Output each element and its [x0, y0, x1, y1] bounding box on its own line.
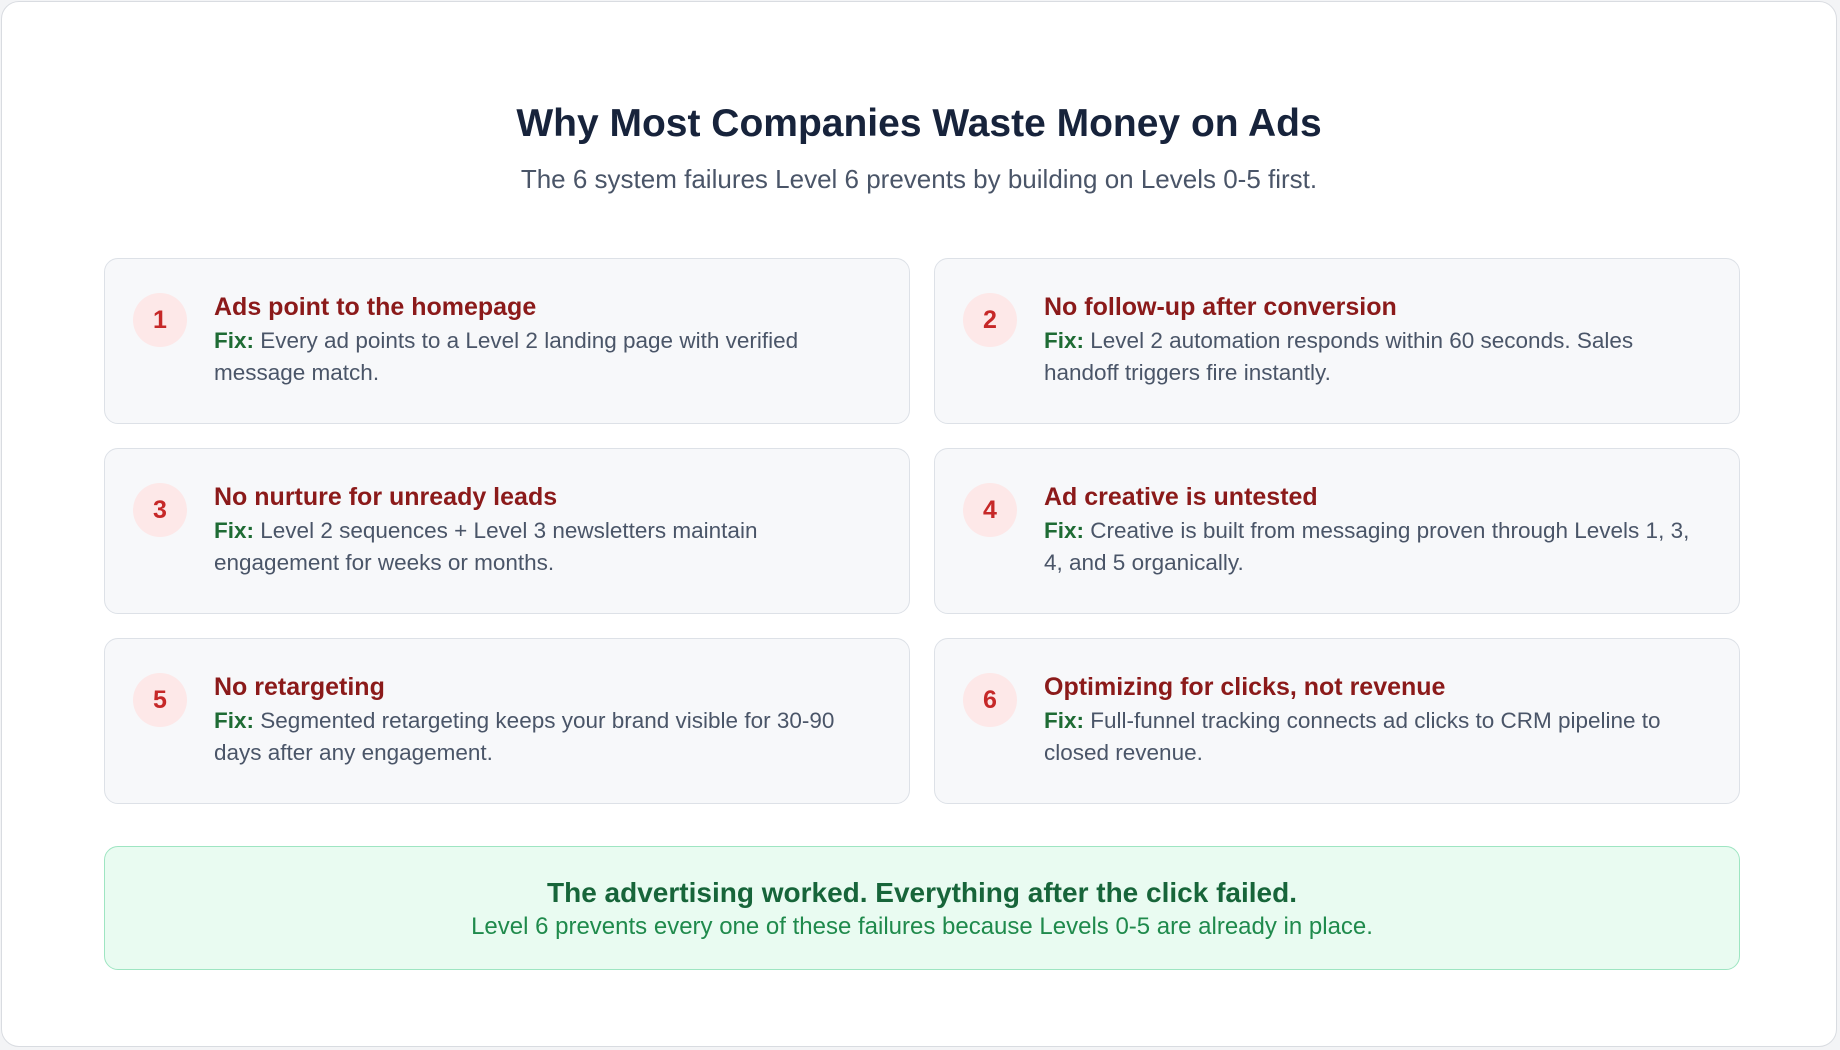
fix-label: Fix:	[1044, 518, 1085, 543]
fix-text: Full-funnel tracking connects ad clicks …	[1044, 708, 1661, 765]
failure-fix: Fix: Every ad points to a Level 2 landin…	[214, 325, 883, 389]
failure-fix: Fix: Level 2 sequences + Level 3 newslet…	[214, 515, 883, 579]
page-title: Why Most Companies Waste Money on Ads	[516, 102, 1322, 145]
failure-fix: Fix: Full-funnel tracking connects ad cl…	[1044, 705, 1713, 769]
fix-label: Fix:	[214, 708, 255, 733]
fix-text: Segmented retargeting keeps your brand v…	[214, 708, 835, 765]
failure-card: 4 Ad creative is untested Fix: Creative …	[934, 448, 1740, 614]
failure-number-badge: 3	[133, 483, 187, 537]
fix-text: Level 2 sequences + Level 3 newsletters …	[214, 518, 758, 575]
failure-title: Ad creative is untested	[1044, 483, 1318, 511]
failure-title: No follow-up after conversion	[1044, 293, 1397, 321]
failure-title: Ads point to the homepage	[214, 293, 537, 321]
failure-number-badge: 6	[963, 673, 1017, 727]
failure-number-badge: 2	[963, 293, 1017, 347]
fix-text: Creative is built from messaging proven …	[1044, 518, 1690, 575]
fix-label: Fix:	[214, 328, 255, 353]
fix-text: Level 2 automation responds within 60 se…	[1044, 328, 1634, 385]
summary-title: The advertising worked. Everything after…	[547, 877, 1297, 908]
summary-callout: The advertising worked. Everything after…	[104, 846, 1740, 970]
failure-card: 5 No retargeting Fix: Segmented retarget…	[104, 638, 910, 804]
failure-card: 1 Ads point to the homepage Fix: Every a…	[104, 258, 910, 424]
failure-title: No nurture for unready leads	[214, 483, 558, 511]
failure-card: 2 No follow-up after conversion Fix: Lev…	[934, 258, 1740, 424]
failure-card: 3 No nurture for unready leads Fix: Leve…	[104, 448, 910, 614]
fix-label: Fix:	[214, 518, 255, 543]
failure-title: No retargeting	[214, 673, 385, 701]
page-subtitle: The 6 system failures Level 6 prevents b…	[520, 164, 1318, 194]
summary-text: Level 6 prevents every one of these fail…	[471, 913, 1373, 940]
fix-label: Fix:	[1044, 328, 1085, 353]
failure-fix: Fix: Creative is built from messaging pr…	[1044, 515, 1713, 579]
fix-text: Every ad points to a Level 2 landing pag…	[214, 328, 799, 385]
failure-number-badge: 5	[133, 673, 187, 727]
content-panel: Why Most Companies Waste Money on Ads Th…	[1, 1, 1837, 1047]
failure-fix: Fix: Segmented retargeting keeps your br…	[214, 705, 883, 769]
failure-card: 6 Optimizing for clicks, not revenue Fix…	[934, 638, 1740, 804]
failure-number-badge: 4	[963, 483, 1017, 537]
failures-grid: 1 Ads point to the homepage Fix: Every a…	[104, 258, 1740, 804]
failure-title: Optimizing for clicks, not revenue	[1044, 673, 1446, 701]
fix-label: Fix:	[1044, 708, 1085, 733]
failure-fix: Fix: Level 2 automation responds within …	[1044, 325, 1713, 389]
failure-number-badge: 1	[133, 293, 187, 347]
